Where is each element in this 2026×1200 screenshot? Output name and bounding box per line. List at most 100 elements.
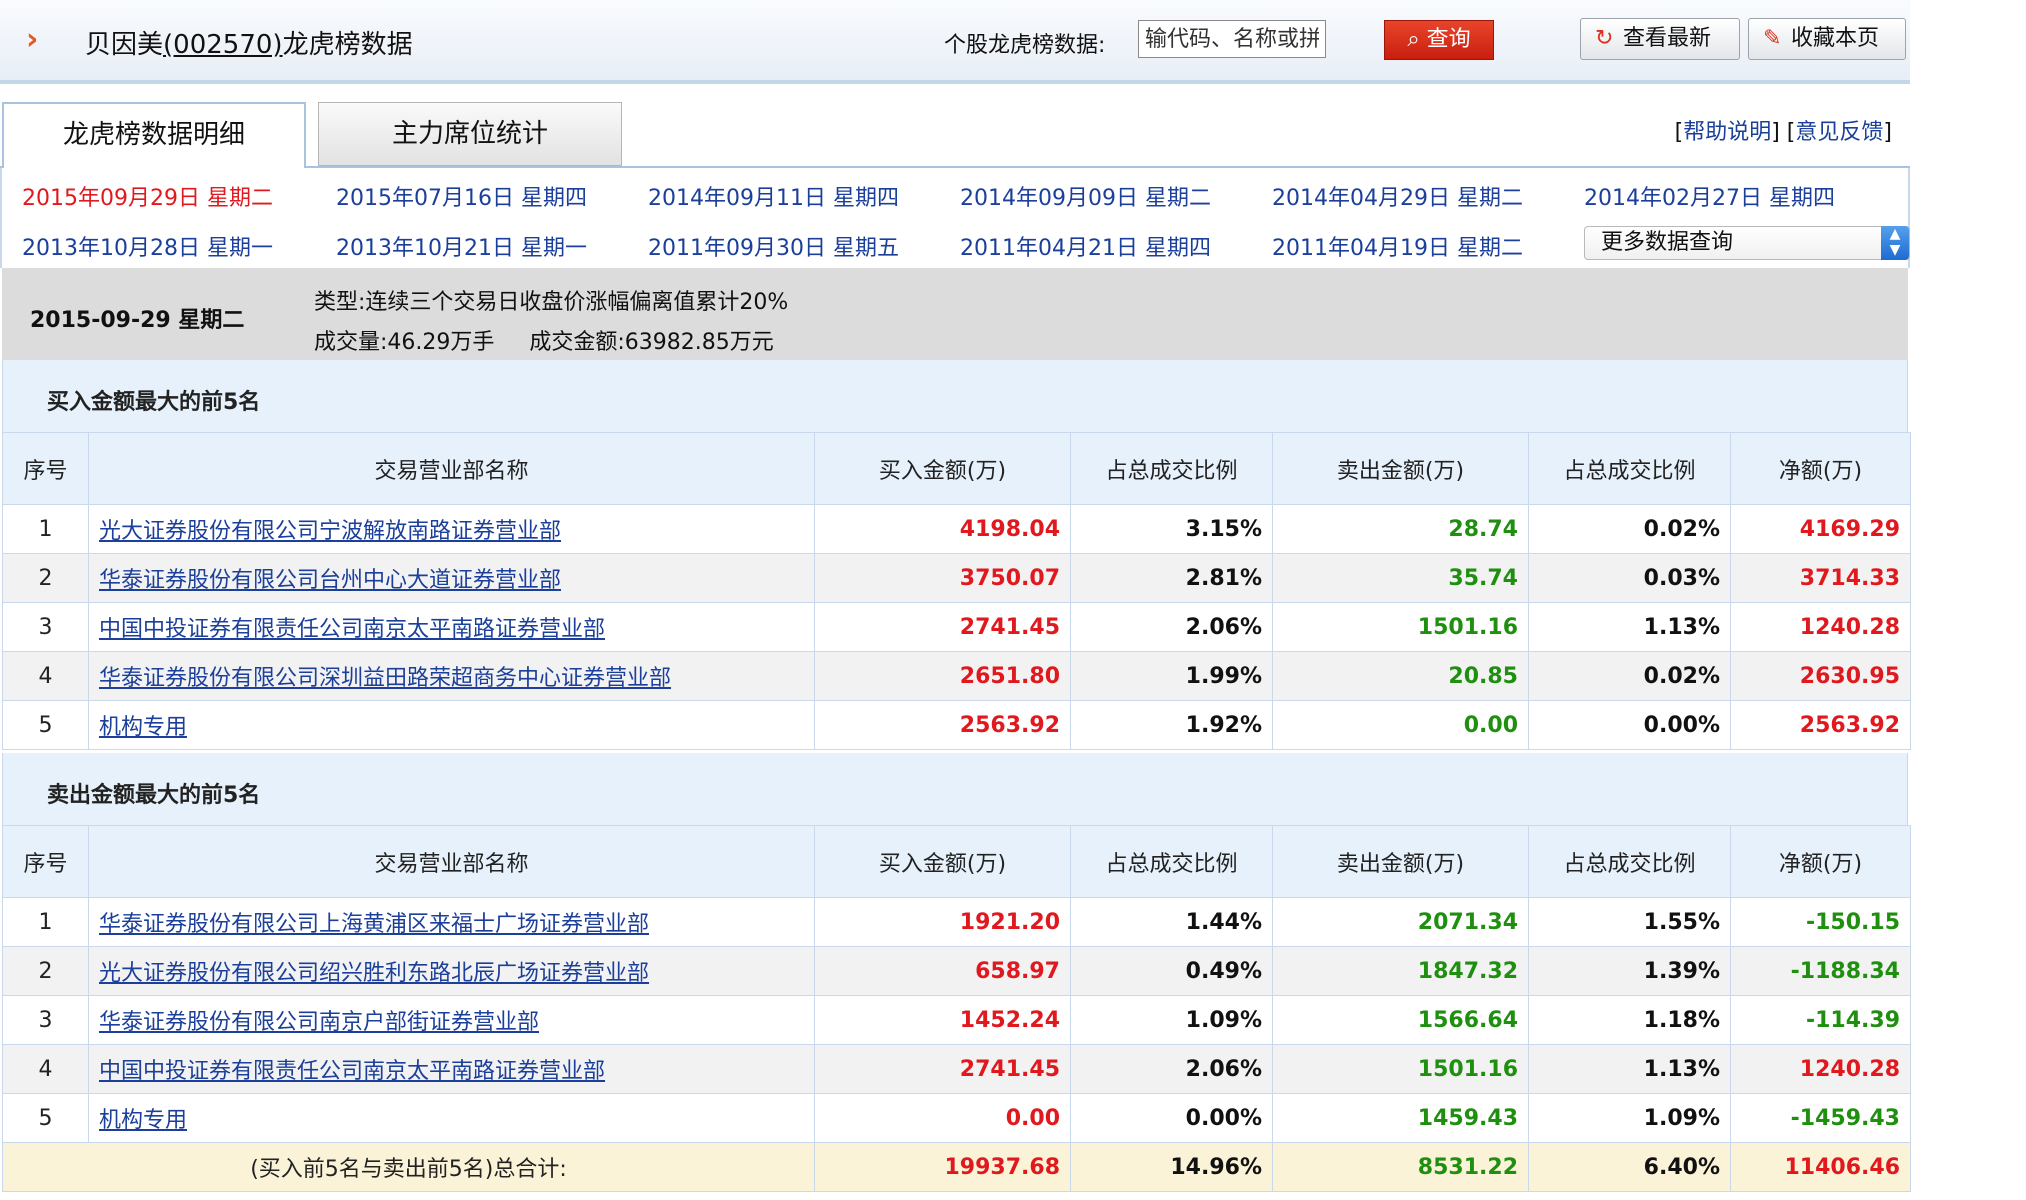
sell-amount: 28.74 [1272, 504, 1529, 554]
sell-ratio: 1.18% [1528, 995, 1731, 1045]
buy-section-header: 买入金额最大的前5名 [2, 360, 1908, 432]
net-amount: 1240.28 [1730, 1044, 1911, 1094]
dept-cell: 华泰证券股份有限公司台州中心大道证券营业部 [88, 553, 815, 603]
sell-amount: 1847.32 [1272, 946, 1529, 996]
refresh-button[interactable]: ↻ 查看最新 [1580, 18, 1740, 60]
net-amount: 4169.29 [1730, 504, 1911, 554]
total-buy-ratio: 14.96% [1070, 1142, 1273, 1192]
column-header: 交易营业部名称 [88, 825, 815, 898]
date-link[interactable]: 2014年09月09日 星期二 [960, 180, 1211, 212]
buy-ratio: 1.99% [1070, 651, 1273, 701]
column-header: 序号 [2, 825, 89, 898]
dept-link[interactable]: 机构专用 [99, 715, 187, 740]
stock-code[interactable]: (002570) [163, 30, 283, 60]
dept-cell: 华泰证券股份有限公司上海黄浦区来福士广场证券营业部 [88, 897, 815, 947]
stock-search-input[interactable] [1138, 20, 1326, 58]
date-link[interactable]: 2014年02月27日 星期四 [1584, 180, 1835, 212]
sell-ratio: 1.13% [1528, 602, 1731, 652]
row-index: 4 [2, 1044, 89, 1094]
date-link[interactable]: 2011年04月19日 星期二 [1272, 230, 1523, 262]
net-amount: -114.39 [1730, 995, 1911, 1045]
table-row: 2 光大证券股份有限公司绍兴胜利东路北辰广场证券营业部 658.97 0.49% 184… [2, 946, 1911, 996]
sell-ratio: 1.13% [1528, 1044, 1731, 1094]
refresh-icon: ↻ [1595, 26, 1614, 51]
sell-amount: 2071.34 [1272, 897, 1529, 947]
net-amount: 1240.28 [1730, 602, 1911, 652]
total-sell-ratio: 6.40% [1528, 1142, 1731, 1192]
sell-amount: 0.00 [1272, 700, 1529, 750]
total-sell: 8531.22 [1272, 1142, 1529, 1192]
date-link[interactable]: 2014年09月11日 星期四 [648, 180, 899, 212]
dept-link[interactable]: 华泰证券股份有限公司深圳益田路荣超商务中心证券营业部 [99, 666, 671, 691]
column-header: 占总成交比例 [1528, 432, 1731, 505]
sell-amount: 1566.64 [1272, 995, 1529, 1045]
column-header: 净额(万) [1730, 432, 1911, 505]
date-link[interactable]: 2011年04月21日 星期四 [960, 230, 1211, 262]
more-data-select[interactable]: 更多数据查询 ▲ ▼ [1584, 226, 1910, 260]
dept-cell: 机构专用 [88, 1093, 815, 1143]
dept-link[interactable]: 华泰证券股份有限公司上海黄浦区来福士广场证券营业部 [99, 912, 649, 937]
dept-link[interactable]: 机构专用 [99, 1108, 187, 1133]
dept-cell: 光大证券股份有限公司绍兴胜利东路北辰广场证券营业部 [88, 946, 815, 996]
more-data-select-label: 更多数据查询 [1601, 230, 1734, 255]
total-label: (买入前5名与卖出前5名)总合计: [2, 1142, 815, 1192]
page-title: 贝因美(002570)龙虎榜数据 [85, 24, 413, 61]
dept-cell: 华泰证券股份有限公司南京户部街证券营业部 [88, 995, 815, 1045]
total-row: (买入前5名与卖出前5名)总合计: 19937.68 14.96% 8531.22 6.… [2, 1142, 1911, 1192]
dept-cell: 光大证券股份有限公司宁波解放南路证券营业部 [88, 504, 815, 554]
sell-amount: 35.74 [1272, 553, 1529, 603]
sell-ratio: 1.39% [1528, 946, 1731, 996]
table-row: 4 中国中投证券有限责任公司南京太平南路证券营业部 2741.45 2.06% 1501… [2, 1044, 1911, 1094]
table-row: 4 华泰证券股份有限公司深圳益田路荣超商务中心证券营业部 2651.80 1.99% 2… [2, 651, 1911, 701]
date-link[interactable]: 2015年07月16日 星期四 [336, 180, 587, 212]
sell-section-title: 卖出金额最大的前5名 [47, 783, 261, 808]
buy-ratio: 2.06% [1070, 1044, 1273, 1094]
date-link[interactable]: 2013年10月28日 星期一 [22, 230, 273, 262]
sell-ratio: 1.09% [1528, 1093, 1731, 1143]
refresh-button-label: 查看最新 [1623, 26, 1712, 51]
bookmark-button[interactable]: ✎ 收藏本页 [1748, 18, 1906, 60]
sell-ratio: 0.02% [1528, 504, 1731, 554]
dept-link[interactable]: 光大证券股份有限公司绍兴胜利东路北辰广场证券营业部 [99, 961, 649, 986]
buy-amount: 2741.45 [814, 602, 1071, 652]
net-amount: 3714.33 [1730, 553, 1911, 603]
column-header: 交易营业部名称 [88, 432, 815, 505]
row-index: 4 [2, 651, 89, 701]
total-net: 11406.46 [1730, 1142, 1911, 1192]
sell-amount: 1501.16 [1272, 602, 1529, 652]
buy-ratio: 1.92% [1070, 700, 1273, 750]
row-index: 3 [2, 602, 89, 652]
help-link[interactable]: 帮助说明 [1683, 120, 1771, 145]
summary-volume: 成交量:46.29万手 成交金额:63982.85万元 [314, 330, 774, 355]
column-header: 占总成交比例 [1528, 825, 1731, 898]
buy-ratio: 2.06% [1070, 602, 1273, 652]
summary-date: 2015-09-29 星期二 [30, 308, 245, 333]
buy-amount: 3750.07 [814, 553, 1071, 603]
buy-ratio: 3.15% [1070, 504, 1273, 554]
sell-ratio: 0.00% [1528, 700, 1731, 750]
net-amount: 2630.95 [1730, 651, 1911, 701]
bookmark-icon: ✎ [1763, 26, 1782, 51]
date-list: 2015年09月29日 星期二 2015年07月16日 星期四 2014年09月… [0, 168, 1910, 268]
dept-link[interactable]: 中国中投证券有限责任公司南京太平南路证券营业部 [99, 617, 605, 642]
dept-link[interactable]: 华泰证券股份有限公司南京户部街证券营业部 [99, 1010, 539, 1035]
buy-amount: 2563.92 [814, 700, 1071, 750]
column-header: 买入金额(万) [814, 432, 1071, 505]
feedback-link[interactable]: 意见反馈 [1795, 120, 1883, 145]
tab-seat-stats[interactable]: 主力席位统计 [318, 102, 622, 166]
dept-link[interactable]: 华泰证券股份有限公司台州中心大道证券营业部 [99, 568, 561, 593]
help-links: [帮助说明] [意见反馈] [1674, 120, 1892, 145]
column-header: 占总成交比例 [1070, 825, 1273, 898]
dept-link[interactable]: 中国中投证券有限责任公司南京太平南路证券营业部 [99, 1059, 605, 1084]
tab-detail[interactable]: 龙虎榜数据明细 [2, 102, 306, 168]
date-link[interactable]: 2013年10月21日 星期一 [336, 230, 587, 262]
date-link-selected[interactable]: 2015年09月29日 星期二 [22, 180, 273, 212]
date-link[interactable]: 2014年04月29日 星期二 [1272, 180, 1523, 212]
buy-amount: 2741.45 [814, 1044, 1071, 1094]
row-index: 1 [2, 897, 89, 947]
buy-amount: 658.97 [814, 946, 1071, 996]
dept-link[interactable]: 光大证券股份有限公司宁波解放南路证券营业部 [99, 519, 561, 544]
column-header: 卖出金额(万) [1272, 432, 1529, 505]
query-button[interactable]: ⌕ 查询 [1384, 20, 1494, 60]
date-link[interactable]: 2011年09月30日 星期五 [648, 230, 899, 262]
